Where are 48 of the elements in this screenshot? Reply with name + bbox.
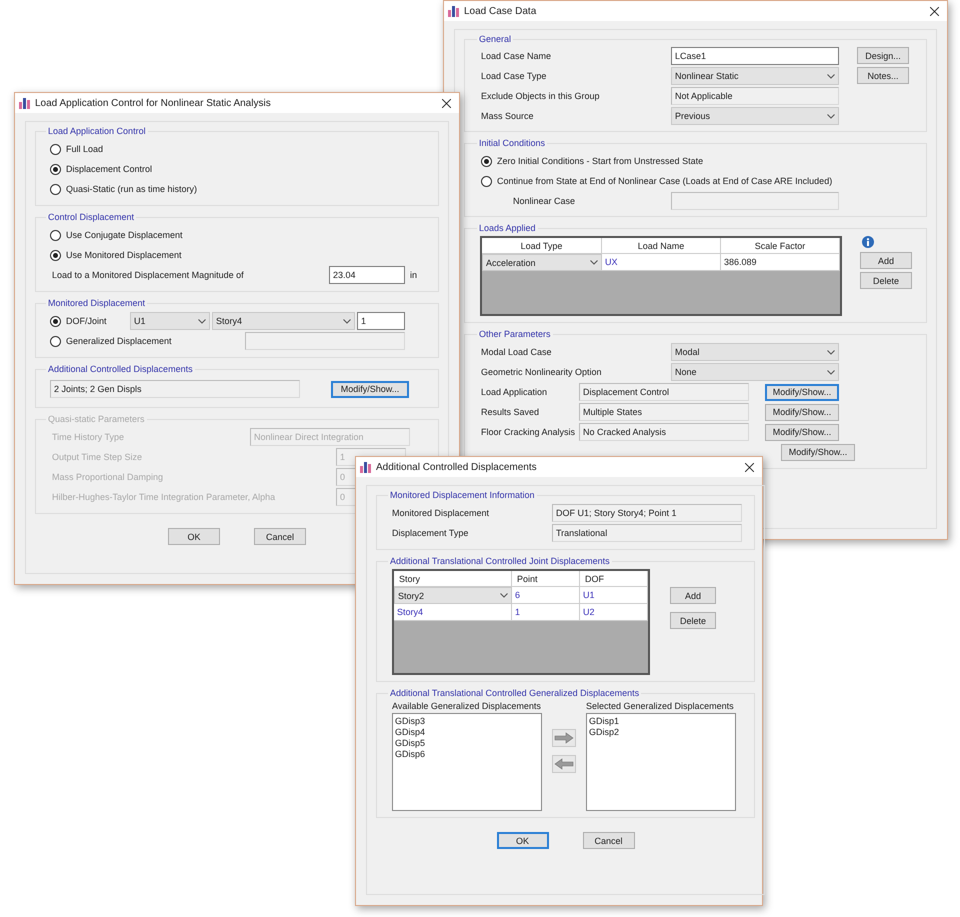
- group-title: Loads Applied: [478, 223, 537, 233]
- field-label: Output Time Step Size: [51, 452, 144, 462]
- field-label: Nonlinear Case: [512, 196, 576, 206]
- unit-label: in: [410, 270, 418, 280]
- readonly-field: Nonlinear Direct Integration: [250, 428, 410, 446]
- window-title: Load Application Control for Nonlinear Static Analysis: [35, 98, 272, 108]
- table-cell: Story4: [394, 604, 512, 621]
- field-label: Load to a Monitored Displacement Magnitude of: [51, 270, 245, 280]
- table-cell: 1: [512, 604, 580, 621]
- readonly-field: Displacement Control: [579, 383, 749, 401]
- readonly-field: 2 Joints; 2 Gen Displs: [50, 380, 300, 398]
- field-label: Mass Source: [481, 111, 535, 121]
- table-cell: 386.089: [721, 254, 840, 271]
- group-title: Additional Translational Controlled Generalized Displacements: [389, 688, 640, 698]
- window-title: Additional Controlled Displacements: [376, 462, 538, 472]
- field-label: Load Application: [481, 387, 548, 397]
- group-title: Monitored Displacement Information: [389, 490, 536, 500]
- group-title: Additional Controlled Displacements: [47, 364, 194, 374]
- field-label: Load Case Name: [481, 51, 552, 61]
- table-cell: UX: [602, 254, 721, 271]
- group-title: General: [478, 34, 512, 44]
- readonly-field: No Cracked Analysis: [579, 423, 749, 441]
- field-label: Monitored Displacement: [392, 508, 490, 518]
- list-label: Selected Generalized Displacements: [586, 701, 735, 711]
- readonly-field: Multiple States: [579, 403, 749, 421]
- field-label: Exclude Objects in this Group: [481, 91, 601, 101]
- group-title: Additional Translational Controlled Joint Displacements: [389, 556, 611, 566]
- group-title: Control Displacement: [47, 212, 136, 222]
- field-label: Floor Cracking Analysis: [481, 427, 576, 437]
- window-title: Load Case Data: [464, 6, 538, 16]
- readonly-field: Translational: [552, 524, 742, 542]
- group-title: Initial Conditions: [478, 138, 546, 148]
- field-label: Hilber-Hughes-Taylor Time Integration Parameter, Alpha: [51, 492, 276, 502]
- group-title: Other Parameters: [478, 329, 552, 339]
- table-cell: U2: [580, 604, 648, 621]
- field-label: Geometric Nonlinearity Option: [481, 367, 603, 377]
- list-label: Available Generalized Displacements: [392, 701, 542, 711]
- field-label: Load Case Type: [481, 71, 548, 81]
- readonly-field: Not Applicable: [671, 87, 839, 105]
- field-label: Mass Proportional Damping: [51, 472, 164, 482]
- group-title: Load Application Control: [47, 126, 147, 136]
- field-label: Results Saved: [481, 407, 540, 417]
- readonly-field: DOF U1; Story Story4; Point 1: [552, 504, 742, 522]
- field-label: Modal Load Case: [481, 347, 553, 357]
- group-title: Quasi-static Parameters: [47, 414, 146, 424]
- group-title: Monitored Displacement: [47, 298, 146, 308]
- field-label: Time History Type: [51, 432, 126, 442]
- field-label: Displacement Type: [392, 528, 470, 538]
